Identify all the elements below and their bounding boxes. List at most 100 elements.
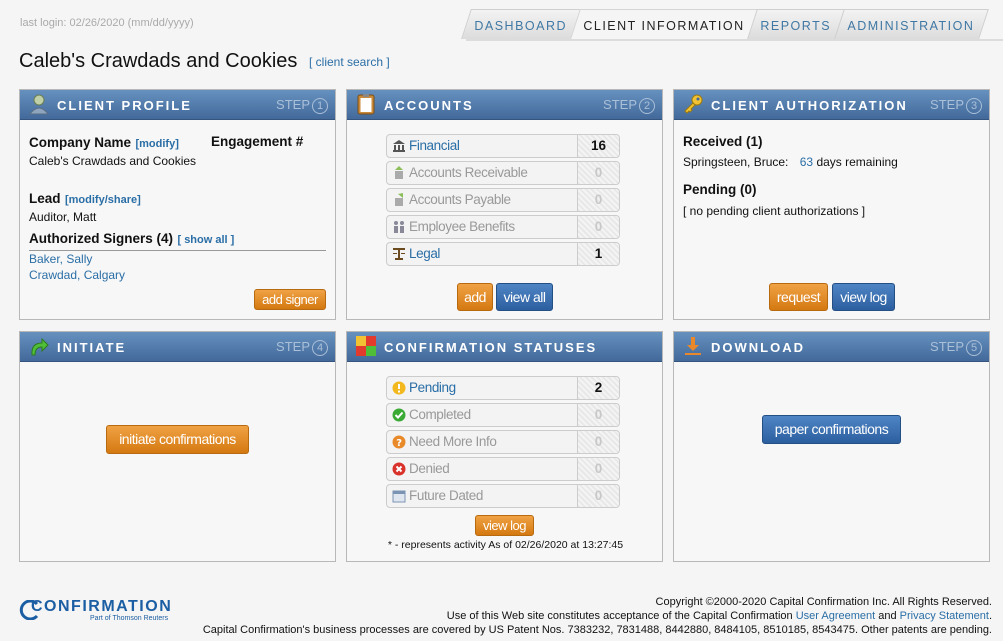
privacy-statement-link[interactable]: Privacy Statement: [900, 610, 989, 622]
account-employee-benefits-item[interactable]: Employee Benefits 0: [386, 215, 620, 239]
accounts-header: ACCOUNTS STEP 2: [347, 90, 662, 120]
arrow-redo-icon: [31, 337, 49, 356]
bank-icon: [393, 140, 405, 152]
step-indicator: STEP 4: [276, 339, 328, 356]
account-count: 16: [577, 135, 619, 157]
client-profile-title: CLIENT PROFILE: [57, 98, 192, 113]
account-count: 1: [577, 243, 619, 265]
signer-link[interactable]: Crawdad, Calgary: [29, 268, 125, 282]
status-pending-item[interactable]: Pending 2: [386, 376, 620, 400]
received-name: Springsteen, Bruce:: [683, 155, 789, 169]
scales-icon: [393, 248, 405, 260]
account-payable-item[interactable]: Accounts Payable 0: [386, 188, 620, 212]
confirmation-statuses-header: CONFIRMATION STATUSES: [347, 332, 662, 362]
client-authorization-title: CLIENT AUTHORIZATION: [711, 98, 908, 113]
tab-dashboard[interactable]: DASHBOARD: [461, 9, 582, 39]
step-indicator: STEP 5: [930, 339, 982, 356]
account-count: 0: [577, 216, 619, 238]
account-count: 0: [577, 162, 619, 184]
received-days-suffix: days remaining: [816, 155, 898, 169]
modify-share-lead-link[interactable]: [modify/share]: [65, 194, 141, 206]
signer-link[interactable]: Baker, Sally: [29, 252, 92, 266]
signers-header: Authorized Signers (4) [ show all ]: [29, 230, 326, 251]
logo-mark-icon: [19, 600, 39, 620]
show-all-signers-link[interactable]: [ show all ]: [177, 234, 234, 246]
statuses-view-log-button[interactable]: view log: [475, 515, 534, 536]
download-header: DOWNLOAD STEP 5: [674, 332, 989, 362]
logo-text: CONFIRMATION: [31, 598, 173, 615]
money-in-icon: [395, 166, 403, 179]
client-authorization-panel: CLIENT AUTHORIZATION STEP 3 Received (1) …: [673, 89, 990, 320]
tabs-divider: [466, 39, 1003, 41]
download-icon: [685, 337, 701, 355]
status-count: 0: [577, 458, 619, 480]
download-title: DOWNLOAD: [711, 340, 805, 355]
step-indicator: STEP 1: [276, 97, 328, 114]
status-count: 0: [577, 404, 619, 426]
status-count: 0: [577, 431, 619, 453]
client-authorization-header: CLIENT AUTHORIZATION STEP 3: [674, 90, 989, 120]
pending-label: Pending (0): [683, 182, 757, 197]
footer-copyright: Copyright ©2000-2020 Capital Confirmatio…: [655, 596, 992, 608]
add-account-button[interactable]: add: [457, 283, 493, 311]
status-count: 0: [577, 485, 619, 507]
tab-client-information[interactable]: CLIENT INFORMATION: [569, 9, 759, 39]
confirmation-statuses-panel: CONFIRMATION STATUSES Pending 2 Complete…: [346, 331, 663, 562]
status-need-more-info-item[interactable]: ? Need More Info 0: [386, 430, 620, 454]
people-icon: [394, 221, 404, 233]
view-log-button[interactable]: view log: [832, 283, 895, 311]
initiate-panel: INITIATE STEP 4 initiate confirmations: [19, 331, 336, 562]
person-icon: [28, 94, 50, 115]
logo-subtitle: Part of Thomson Reuters: [90, 615, 169, 622]
client-profile-panel: CLIENT PROFILE STEP 1 Company Name [modif…: [19, 89, 336, 320]
status-completed-item[interactable]: Completed 0: [386, 403, 620, 427]
client-search-link[interactable]: [ client search ]: [309, 55, 390, 69]
company-name-block: Company Name [modify] Caleb's Crawdads a…: [29, 134, 196, 168]
key-icon: [684, 94, 703, 114]
x-circle-icon: [392, 462, 406, 476]
tab-reports[interactable]: REPORTS: [747, 9, 846, 39]
view-all-accounts-button[interactable]: view all: [496, 283, 553, 311]
received-item: Springsteen, Bruce: 63 days remaining: [683, 155, 898, 169]
status-future-dated-item[interactable]: Future Dated 0: [386, 484, 620, 508]
account-legal-item[interactable]: Legal 1: [386, 242, 620, 266]
company-name-label: Company Name: [29, 135, 132, 150]
account-financial-item[interactable]: Financial 16: [386, 134, 620, 158]
request-authorization-button[interactable]: request: [769, 283, 828, 311]
page-title: Caleb's Crawdads and Cookies [ client se…: [19, 50, 390, 73]
status-count: 2: [577, 377, 619, 399]
pending-text: [ no pending client authorizations ]: [683, 204, 866, 218]
status-grid-icon: [356, 336, 376, 356]
lead-label: Lead: [29, 191, 61, 206]
modify-company-link[interactable]: [modify]: [135, 138, 178, 150]
account-receivable-item[interactable]: Accounts Receivable 0: [386, 161, 620, 185]
add-signer-button[interactable]: add signer: [254, 289, 326, 310]
accounts-title: ACCOUNTS: [384, 98, 474, 113]
activity-note: * - represents activity As of 02/26/2020…: [387, 539, 624, 551]
company-name-value: Caleb's Crawdads and Cookies: [29, 154, 197, 168]
footer-terms: Use of this Web site constitutes accepta…: [446, 610, 992, 622]
question-icon: ?: [392, 435, 406, 449]
signers-label: Authorized Signers (4): [29, 231, 174, 246]
lead-value: Auditor, Matt: [29, 210, 97, 224]
main-nav-tabs: DASHBOARD CLIENT INFORMATION REPORTS ADM…: [461, 9, 989, 41]
confirmation-statuses-title: CONFIRMATION STATUSES: [384, 340, 598, 355]
clipboard-icon: [357, 94, 375, 115]
initiate-confirmations-button[interactable]: initiate confirmations: [106, 425, 249, 454]
user-agreement-link[interactable]: User Agreement: [796, 610, 875, 622]
paper-confirmations-button[interactable]: paper confirmations: [762, 415, 901, 444]
check-circle-icon: [392, 408, 406, 422]
status-denied-item[interactable]: Denied 0: [386, 457, 620, 481]
calendar-icon: [392, 490, 406, 503]
received-days-link[interactable]: 63: [800, 155, 813, 169]
initiate-header: INITIATE STEP 4: [20, 332, 335, 362]
initiate-title: INITIATE: [57, 340, 127, 355]
account-count: 0: [577, 189, 619, 211]
client-profile-header: CLIENT PROFILE STEP 1: [20, 90, 335, 120]
engagement-label: Engagement #: [211, 134, 304, 149]
svg-text:?: ?: [396, 438, 402, 449]
last-login-text: last login: 02/26/2020 (mm/dd/yyyy): [20, 17, 194, 29]
step-indicator: STEP 3: [930, 97, 982, 114]
download-panel: DOWNLOAD STEP 5 paper confirmations: [673, 331, 990, 562]
tab-administration[interactable]: ADMINISTRATION: [833, 9, 989, 39]
